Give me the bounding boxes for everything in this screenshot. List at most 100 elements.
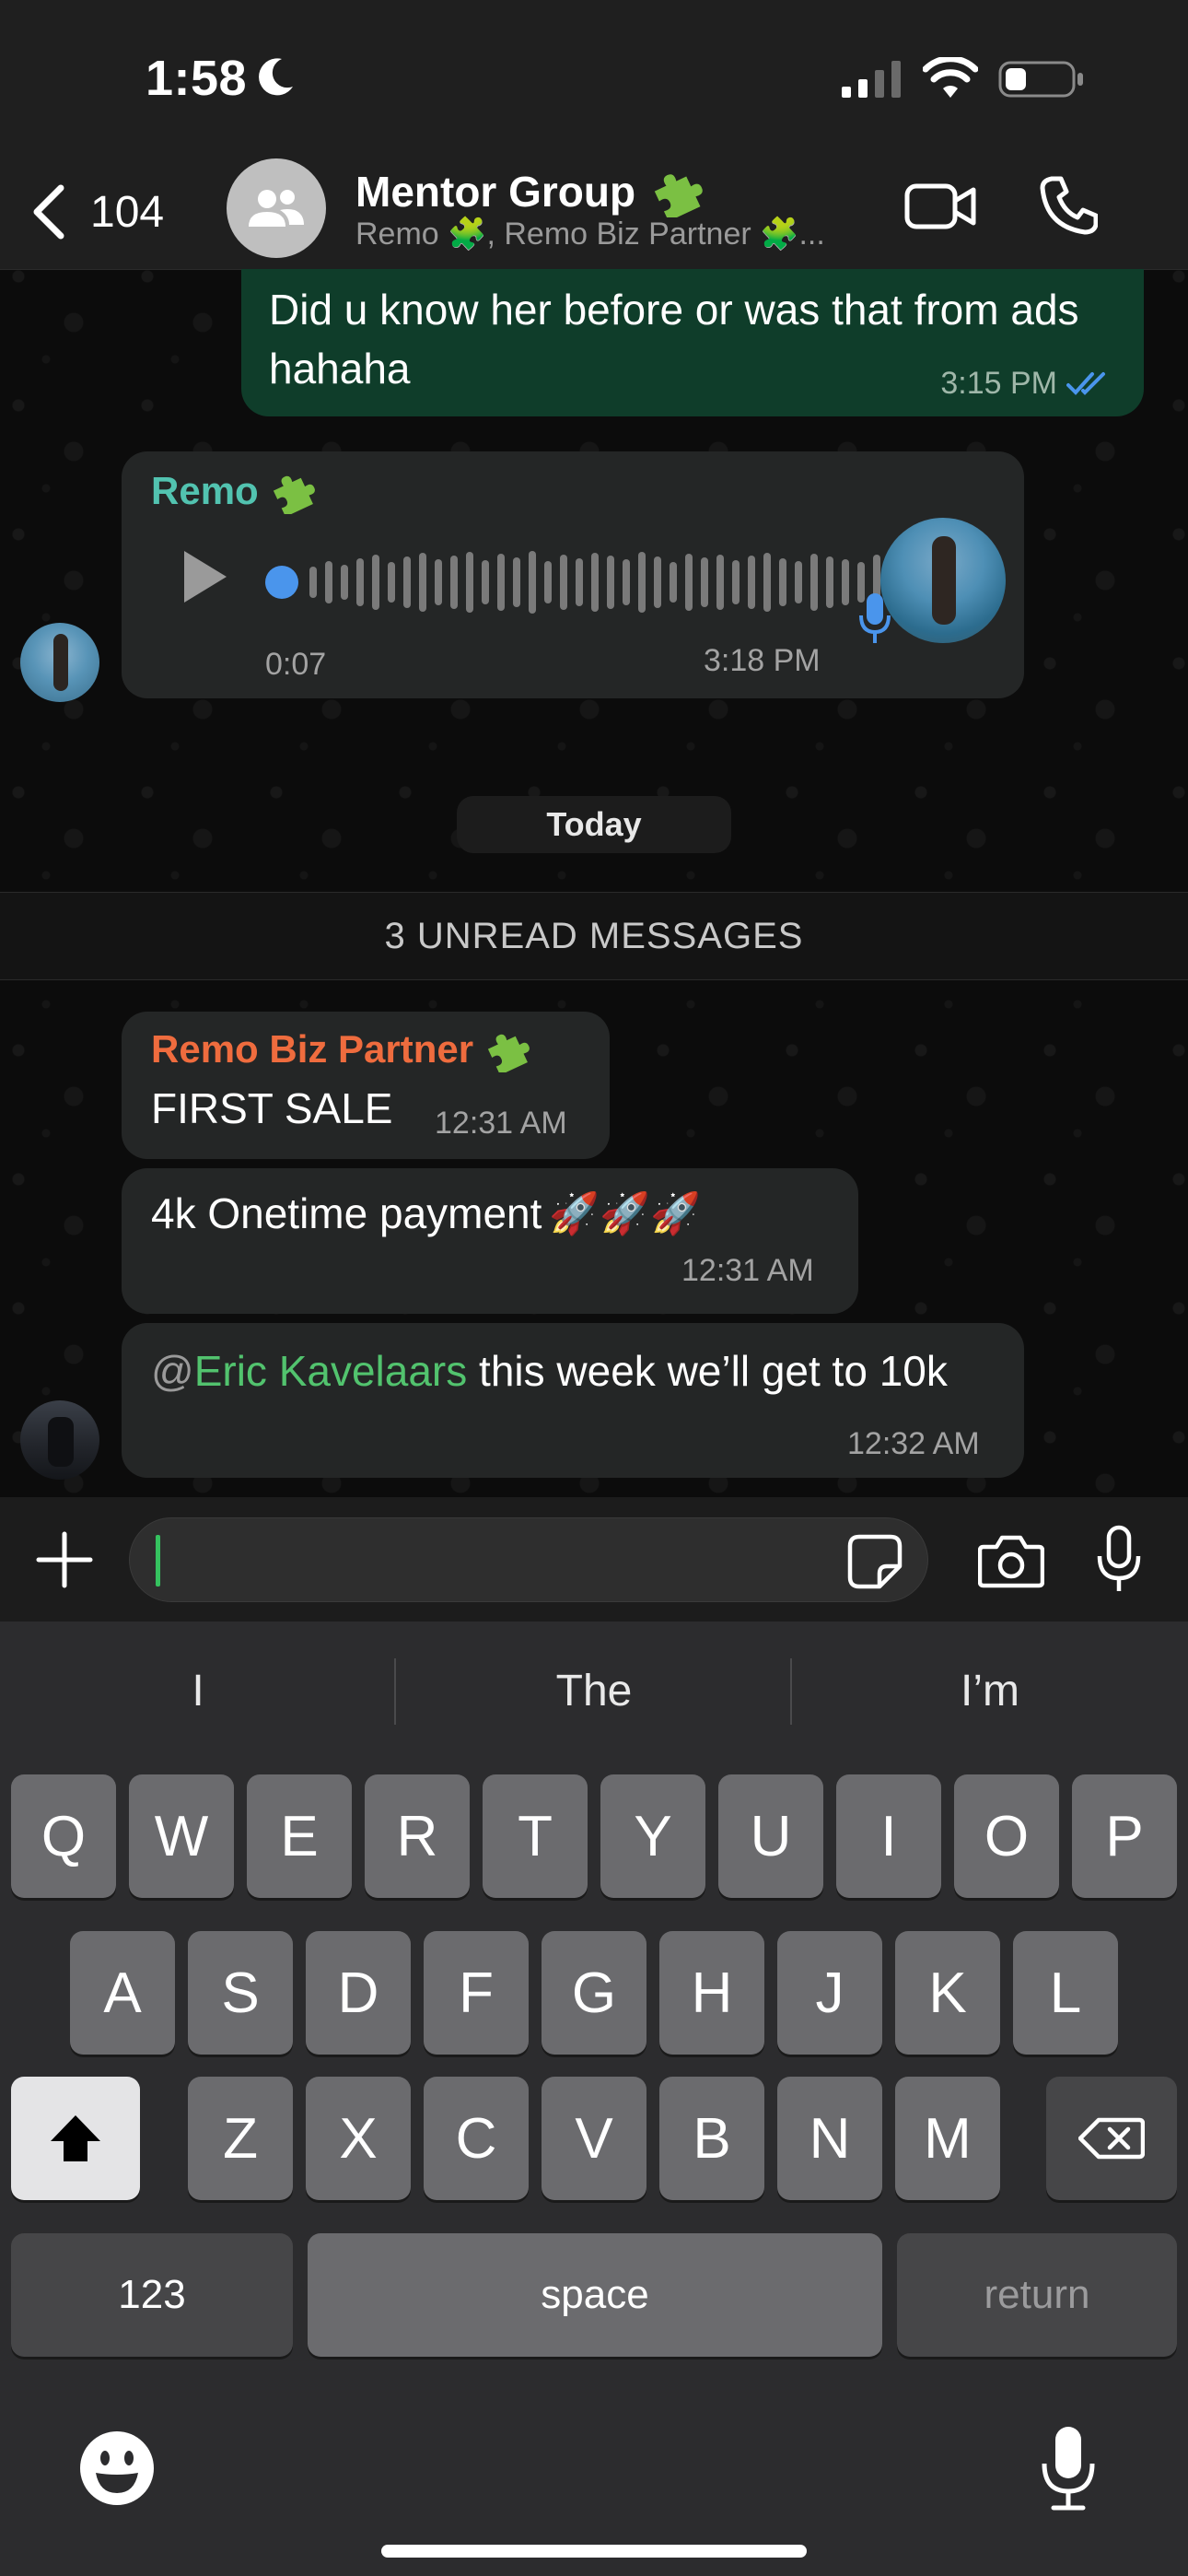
waveform-bar <box>388 562 395 603</box>
mention-link[interactable]: Eric Kavelaars <box>194 1347 468 1395</box>
avatar[interactable] <box>20 623 99 702</box>
waveform-bar <box>716 555 724 610</box>
waveform-bar <box>497 554 505 611</box>
waveform-bar <box>435 559 442 605</box>
key-m[interactable]: M <box>895 2077 1000 2200</box>
space-key[interactable]: space <box>308 2233 882 2357</box>
waveform-bar <box>419 553 426 612</box>
waveform-bar <box>779 558 786 606</box>
message-time: 12:31 AM <box>435 1106 567 1141</box>
suggestion-2[interactable]: The <box>396 1622 792 1760</box>
playback-scrubber[interactable] <box>265 566 298 599</box>
message-input[interactable] <box>167 1531 848 1590</box>
key-f[interactable]: F <box>424 1931 529 2055</box>
group-title-row[interactable]: Mentor Group <box>355 166 704 217</box>
dictation-icon[interactable] <box>1039 2423 1098 2513</box>
key-w[interactable]: W <box>129 1774 234 1898</box>
key-v[interactable]: V <box>542 2077 646 2200</box>
avatar[interactable] <box>20 1400 99 1480</box>
suggestion-1[interactable]: I <box>0 1622 396 1760</box>
waveform-bar <box>654 556 661 608</box>
camera-icon[interactable] <box>978 1532 1044 1589</box>
phone-icon[interactable] <box>1039 175 1098 236</box>
outgoing-message[interactable]: Did u know her before or was that from a… <box>241 269 1144 416</box>
key-d[interactable]: D <box>306 1931 411 2055</box>
waveform-bar <box>810 554 818 611</box>
message-time: 12:32 AM <box>847 1426 980 1461</box>
incoming-message[interactable]: @Eric Kavelaars this week we’ll get to 1… <box>122 1323 1024 1478</box>
key-y[interactable]: Y <box>600 1774 705 1898</box>
key-k[interactable]: K <box>895 1931 1000 2055</box>
puzzle-piece-icon <box>487 1034 530 1072</box>
waveform-bar <box>560 555 567 610</box>
emoji-icon[interactable] <box>77 2429 157 2508</box>
incoming-message[interactable]: Remo Biz Partner FIRST SALE 12:31 AM <box>122 1012 610 1159</box>
key-i[interactable]: I <box>836 1774 941 1898</box>
audio-waveform[interactable] <box>302 547 947 617</box>
date-divider: Today <box>457 796 731 853</box>
suggestion-3[interactable]: I’m <box>792 1622 1188 1760</box>
play-icon[interactable] <box>179 547 230 606</box>
waveform-bar <box>325 561 332 603</box>
shift-key[interactable] <box>11 2077 140 2200</box>
key-x[interactable]: X <box>306 2077 411 2200</box>
key-p[interactable]: P <box>1072 1774 1177 1898</box>
text-caret <box>156 1535 160 1587</box>
message-input-container[interactable] <box>129 1517 928 1602</box>
puzzle-piece-icon <box>654 174 703 217</box>
key-u[interactable]: U <box>718 1774 823 1898</box>
sticker-icon[interactable] <box>846 1533 903 1590</box>
puzzle-piece-icon <box>273 475 315 514</box>
sender-name: Remo Biz Partner <box>151 1026 530 1072</box>
return-key[interactable]: return <box>897 2233 1177 2357</box>
waveform-bar <box>623 559 630 605</box>
group-avatar-icon <box>249 190 304 227</box>
mic-badge-icon <box>859 593 891 643</box>
waveform-bar <box>372 555 379 610</box>
waveform-bar <box>309 567 317 598</box>
waveform-bar <box>748 556 755 609</box>
key-a[interactable]: A <box>70 1931 175 2055</box>
key-l[interactable]: L <box>1013 1931 1118 2055</box>
moon-icon <box>259 58 293 96</box>
plus-icon[interactable] <box>35 1530 94 1589</box>
status-bar: 1:58 <box>0 0 1188 147</box>
group-members-subtitle: Remo 🧩, Remo Biz Partner 🧩... <box>355 217 825 252</box>
message-text-body: this week we’ll get to 10k <box>467 1347 948 1395</box>
home-indicator[interactable] <box>381 2545 807 2558</box>
status-time: 1:58 <box>146 51 248 106</box>
battery-icon <box>998 61 1083 98</box>
group-title: Mentor Group <box>355 168 636 216</box>
key-r[interactable]: R <box>365 1774 470 1898</box>
key-e[interactable]: E <box>247 1774 352 1898</box>
message-time: 3:15 PM <box>940 366 1057 401</box>
waveform-bar <box>826 556 833 608</box>
numbers-key[interactable]: 123 <box>11 2233 293 2357</box>
key-h[interactable]: H <box>659 1931 764 2055</box>
key-j[interactable]: J <box>777 1931 882 2055</box>
key-c[interactable]: C <box>424 2077 529 2200</box>
mention-at: @ <box>151 1347 194 1395</box>
backspace-key[interactable] <box>1046 2077 1177 2200</box>
waveform-bar <box>607 556 614 609</box>
key-n[interactable]: N <box>777 2077 882 2200</box>
incoming-message[interactable]: 4k Onetime payment 🚀🚀🚀 12:31 AM <box>122 1168 858 1314</box>
key-o[interactable]: O <box>954 1774 1059 1898</box>
mic-icon[interactable] <box>1096 1525 1142 1595</box>
voice-message[interactable]: Remo 0:07 3:18 PM <box>122 451 1024 698</box>
back-button[interactable]: 104 <box>28 175 184 249</box>
keyboard: I The I’m QWERTYUIOPASDFGHJKLZXCVBNM 123… <box>0 1622 1188 2576</box>
key-s[interactable]: S <box>188 1931 293 2055</box>
group-avatar[interactable] <box>227 158 326 258</box>
key-t[interactable]: T <box>483 1774 588 1898</box>
key-q[interactable]: Q <box>11 1774 116 1898</box>
key-b[interactable]: B <box>659 2077 764 2200</box>
key-z[interactable]: Z <box>188 2077 293 2200</box>
unread-messages-banner: 3 UNREAD MESSAGES <box>0 892 1188 980</box>
waveform-bar <box>732 560 740 604</box>
video-call-icon[interactable] <box>904 181 976 232</box>
waveform-bar <box>842 559 849 605</box>
composer-bar <box>0 1497 1188 1622</box>
read-ticks-icon <box>1066 371 1105 395</box>
key-g[interactable]: G <box>542 1931 646 2055</box>
